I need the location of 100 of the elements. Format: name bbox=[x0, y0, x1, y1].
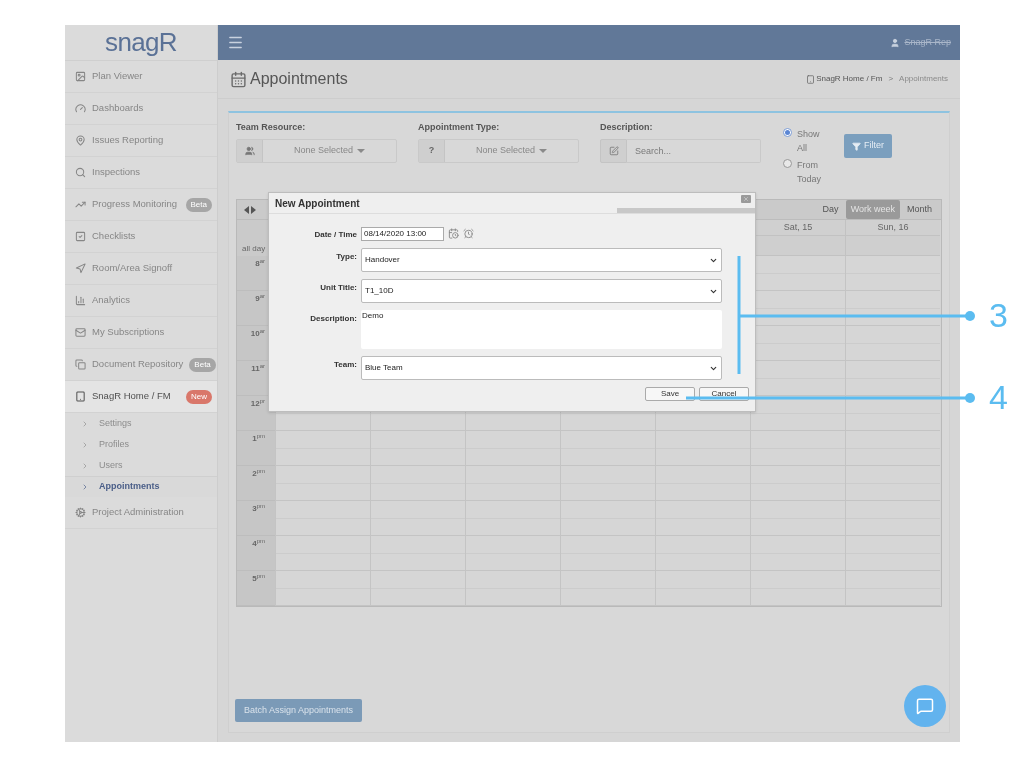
sidebar-item[interactable]: Inspections bbox=[65, 157, 217, 189]
save-button[interactable]: Save bbox=[645, 387, 695, 401]
bar-chart-icon bbox=[75, 295, 86, 306]
time-slot[interactable] bbox=[845, 466, 940, 501]
time-slot[interactable] bbox=[845, 361, 940, 396]
sidebar-item[interactable]: SnagR Home / FM New bbox=[65, 381, 217, 413]
radio-option[interactable]: From Today bbox=[783, 158, 823, 186]
form-label: Unit Title: bbox=[319, 282, 357, 294]
user-menu[interactable]: SnagR Rep bbox=[890, 35, 951, 50]
search-icon bbox=[75, 167, 86, 178]
sidebar-item[interactable]: My Subscriptions bbox=[65, 317, 217, 349]
line-chart-icon bbox=[75, 199, 86, 210]
field-label: Description: bbox=[600, 121, 654, 134]
chevron-icon bbox=[81, 461, 89, 470]
close-icon bbox=[743, 196, 749, 202]
sidebar-subitem[interactable]: Profiles bbox=[65, 434, 217, 455]
menu-icon[interactable] bbox=[227, 34, 244, 51]
callout-number: 4 bbox=[989, 380, 1008, 414]
sidebar-item[interactable]: Dashboards bbox=[65, 93, 217, 125]
page-title: Appointments bbox=[250, 69, 348, 89]
select-field[interactable]: Blue Team bbox=[361, 356, 722, 380]
sidebar-item[interactable]: Checklists bbox=[65, 221, 217, 253]
form-label: Description: bbox=[309, 313, 357, 325]
dropdown[interactable]: ? None Selected bbox=[418, 138, 579, 163]
description-field[interactable]: Demo bbox=[361, 310, 722, 349]
calendar-icon[interactable] bbox=[448, 228, 459, 239]
field-label: Appointment Type: bbox=[418, 121, 501, 134]
close-button[interactable] bbox=[741, 195, 751, 203]
form-label: Team: bbox=[333, 359, 357, 371]
chevron-icon bbox=[81, 440, 89, 449]
time-slot[interactable] bbox=[655, 571, 750, 606]
picture-icon bbox=[75, 71, 86, 82]
sidebar-item[interactable]: Project Administration bbox=[65, 497, 217, 529]
time-slot[interactable] bbox=[845, 396, 940, 431]
time-slot[interactable] bbox=[845, 501, 940, 536]
sidebar-item[interactable]: Issues Reporting bbox=[65, 125, 217, 157]
sidebar-item[interactable]: Progress Monitoring Beta bbox=[65, 189, 217, 221]
view-tab[interactable]: Month bbox=[902, 199, 937, 220]
dialog-title: New Appointment bbox=[275, 196, 360, 211]
mail-icon bbox=[75, 327, 86, 338]
next-arrow-icon[interactable] bbox=[251, 205, 256, 214]
search-field[interactable]: Search... bbox=[627, 138, 761, 163]
sidebar-item[interactable]: Plan Viewer bbox=[65, 61, 217, 93]
callout-number: 3 bbox=[989, 298, 1008, 332]
question-mark: ? bbox=[428, 143, 435, 157]
date-time-field[interactable]: 08/14/2020 13:00 bbox=[361, 226, 444, 241]
sidebar-item[interactable]: Room/Area Signoff bbox=[65, 253, 217, 285]
team-icon bbox=[244, 145, 255, 156]
select-field[interactable]: T1_10D bbox=[361, 279, 722, 303]
time-slot[interactable] bbox=[845, 431, 940, 466]
caret-icon bbox=[357, 148, 365, 153]
time-slot[interactable] bbox=[845, 571, 940, 606]
day-header: Sun, 16 bbox=[845, 220, 940, 236]
sidebar-subitem[interactable]: Settings bbox=[65, 413, 217, 434]
alarm-clock-icon[interactable] bbox=[463, 228, 474, 239]
logo[interactable]: snagR bbox=[105, 23, 177, 62]
time-slot[interactable] bbox=[845, 536, 940, 571]
time-slot[interactable] bbox=[845, 326, 940, 361]
copy-icon bbox=[75, 359, 86, 370]
hour-label: 12$^{pr}$ bbox=[237, 396, 275, 431]
hour-label: 5$^{pm}$ bbox=[237, 571, 275, 606]
time-slot[interactable] bbox=[750, 571, 845, 606]
time-slot[interactable] bbox=[560, 571, 655, 606]
time-slot[interactable] bbox=[370, 571, 465, 606]
calendar-icon bbox=[230, 70, 247, 88]
tablet-icon bbox=[75, 391, 86, 402]
badge: Beta bbox=[185, 197, 212, 212]
sidebar-item[interactable]: Analytics bbox=[65, 285, 217, 317]
time-slot[interactable] bbox=[275, 466, 370, 501]
view-tab[interactable]: Work week bbox=[845, 199, 900, 220]
field-label: Team Resource: bbox=[236, 121, 307, 134]
time-slot[interactable] bbox=[275, 536, 370, 571]
tablet-icon bbox=[806, 74, 816, 84]
time-slot[interactable] bbox=[845, 256, 940, 291]
breadcrumb-current: Appointments bbox=[899, 73, 948, 85]
time-slot[interactable] bbox=[275, 571, 370, 606]
prev-arrow-icon[interactable] bbox=[244, 205, 249, 214]
edit-icon bbox=[608, 145, 619, 156]
time-slot[interactable] bbox=[465, 571, 560, 606]
view-tab[interactable]: Day bbox=[817, 199, 844, 220]
time-slot[interactable] bbox=[275, 431, 370, 466]
hour-label: 2$^{pm}$ bbox=[237, 466, 275, 501]
sidebar-subitem[interactable]: Users bbox=[65, 455, 217, 476]
caret-icon bbox=[539, 148, 547, 153]
filter-button[interactable]: Filter bbox=[844, 134, 892, 158]
time-slot[interactable] bbox=[275, 501, 370, 536]
all-day-cell[interactable] bbox=[845, 236, 940, 256]
batch-assign-button[interactable]: Batch Assign Appointments bbox=[235, 699, 363, 722]
checkbox-icon bbox=[75, 231, 86, 242]
hour-label: 1$^{pm}$ bbox=[237, 431, 275, 466]
radio-option[interactable]: Show All bbox=[783, 127, 823, 155]
arrow-icon bbox=[75, 263, 86, 274]
breadcrumb-link[interactable]: SnagR Home / Fm bbox=[816, 73, 883, 85]
badge: Beta bbox=[189, 357, 216, 372]
chevron-icon bbox=[81, 419, 89, 428]
funnel-icon bbox=[852, 141, 861, 151]
select-field[interactable]: Handover bbox=[361, 248, 722, 272]
dropdown[interactable]: None Selected bbox=[236, 138, 397, 163]
chevron-icon bbox=[81, 483, 89, 491]
form-label: Date / Time bbox=[313, 229, 357, 241]
